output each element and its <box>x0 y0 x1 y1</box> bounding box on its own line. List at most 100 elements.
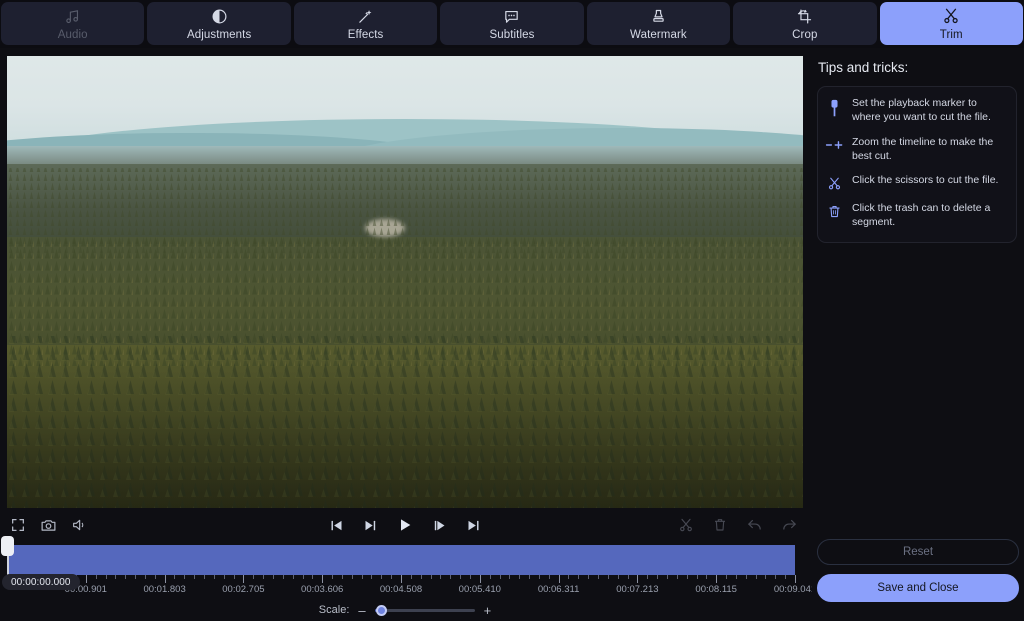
skip-to-end-button[interactable] <box>466 518 481 533</box>
ruler-minor-tick <box>460 575 462 579</box>
redo-button[interactable] <box>781 517 798 534</box>
next-frame-button[interactable] <box>432 518 447 533</box>
ruler-minor-tick <box>686 575 688 579</box>
tab-trim-label: Trim <box>939 28 963 41</box>
ruler-minor-tick <box>726 575 728 579</box>
ruler-minor-tick <box>529 575 531 579</box>
ruler-minor-tick <box>676 575 678 579</box>
video-preview[interactable] <box>7 56 803 508</box>
stamp-icon <box>650 7 667 26</box>
ruler-minor-tick <box>204 575 205 579</box>
ruler-time-label: 00:05.410 <box>458 584 501 595</box>
ruler-minor-tick <box>125 575 127 579</box>
crop-rotate-icon <box>796 7 813 26</box>
playback-marker-icon <box>824 97 844 118</box>
tip-item: Click the trash can to delete a segment. <box>824 202 1008 230</box>
scale-zoom-out-button[interactable]: – <box>358 604 365 617</box>
ruler-minor-tick <box>332 575 334 579</box>
ruler-minor-tick <box>657 575 659 579</box>
tip-text: Zoom the timeline to make the best cut. <box>852 135 994 162</box>
editor-tab-bar: Audio Adjustments Effects Subtitles Wate… <box>0 0 1024 48</box>
ruler-time-label: 00:02.705 <box>222 584 265 595</box>
tip-item: Set the playback marker to where you wan… <box>824 97 1008 125</box>
timeline-clip[interactable] <box>7 545 795 575</box>
tips-card: Set the playback marker to where you wan… <box>817 86 1017 244</box>
ruler-minor-tick <box>588 575 590 579</box>
ruler-minor-tick <box>420 575 422 579</box>
tab-audio[interactable]: Audio <box>1 2 145 45</box>
ruler-minor-tick <box>263 575 265 579</box>
ruler-minor-tick <box>785 575 787 579</box>
ruler-minor-tick <box>706 575 708 579</box>
ruler-minor-tick <box>223 575 225 579</box>
tab-watermark-label: Watermark <box>630 28 687 41</box>
tab-subtitles[interactable]: Subtitles <box>440 2 584 45</box>
tips-panel-title: Tips and tricks: <box>818 60 909 75</box>
zoom-minus-plus-icon <box>824 136 844 152</box>
ruler-minor-tick <box>144 575 146 579</box>
timeline-tick-labels: 00:00.901 00:01.803 00:02.705 00:03.606 00:0… <box>0 584 816 598</box>
ruler-minor-tick <box>391 575 393 579</box>
ruler-time-label: 00:09.041 <box>773 584 817 595</box>
timeline-ruler <box>7 575 796 583</box>
playhead-handle[interactable] <box>1 536 14 556</box>
ruler-minor-tick <box>410 575 412 579</box>
tab-adjustments[interactable]: Adjustments <box>147 2 291 45</box>
scissors-cut-button[interactable] <box>678 517 694 533</box>
trash-can-icon <box>824 202 844 219</box>
ruler-minor-tick <box>115 575 117 579</box>
scale-slider[interactable] <box>374 604 475 616</box>
magic-wand-icon <box>357 7 374 26</box>
save-and-close-button[interactable]: Save and Close <box>817 574 1019 602</box>
scale-slider-handle[interactable] <box>375 604 387 616</box>
tab-effects[interactable]: Effects <box>293 2 438 45</box>
ruler-minor-tick <box>174 575 176 579</box>
video-editor-window: Audio Adjustments Effects Subtitles Wate… <box>0 0 1024 621</box>
ruler-minor-tick <box>499 575 501 579</box>
ruler-minor-tick <box>489 575 491 579</box>
reset-button[interactable]: Reset <box>817 539 1019 565</box>
ruler-time-label: 00:07.213 <box>616 584 659 595</box>
ruler-minor-tick <box>696 575 698 579</box>
tip-text: Click the trash can to delete a segment. <box>852 202 991 229</box>
scale-label: Scale: <box>318 604 350 616</box>
ruler-major-tick <box>637 575 639 583</box>
preview-tree-texture <box>7 168 803 508</box>
scale-zoom-in-button[interactable]: + <box>484 604 492 617</box>
ruler-minor-tick <box>666 575 668 579</box>
timeline-scale-control: Scale: – + <box>0 600 810 620</box>
tip-item: Click the scissors to cut the file. <box>824 174 1008 191</box>
scissors-icon <box>824 174 844 191</box>
ruler-minor-tick <box>568 575 570 579</box>
ruler-minor-tick <box>548 575 550 579</box>
current-timecode: 00:00:00.000 <box>2 574 80 590</box>
tab-watermark[interactable]: Watermark <box>586 2 731 45</box>
play-button[interactable] <box>397 517 413 533</box>
speech-bubble-icon <box>503 7 520 26</box>
ruler-time-label: 00:04.508 <box>379 584 423 595</box>
ruler-minor-tick <box>538 575 540 579</box>
tab-effects-label: Effects <box>347 28 384 41</box>
ruler-minor-tick <box>213 575 215 579</box>
ruler-minor-tick <box>765 575 767 579</box>
ruler-time-label: 00:06.311 <box>537 584 580 595</box>
previous-frame-button[interactable] <box>363 518 378 533</box>
undo-button[interactable] <box>746 517 763 534</box>
ruler-minor-tick <box>135 575 137 579</box>
ruler-minor-tick <box>253 575 255 579</box>
panel-action-buttons: Reset Save and Close <box>817 539 1019 602</box>
tab-trim[interactable]: Trim <box>879 2 1023 45</box>
tab-crop[interactable]: Crop <box>733 2 877 45</box>
skip-to-start-button[interactable] <box>329 518 344 533</box>
ruler-major-tick <box>322 575 324 583</box>
tab-audio-label: Audio <box>57 28 88 41</box>
player-edit-tools <box>678 517 798 534</box>
ruler-minor-tick <box>341 575 343 579</box>
ruler-minor-tick <box>292 575 294 579</box>
ruler-major-tick <box>716 575 718 583</box>
music-note-icon <box>64 7 81 26</box>
trash-delete-button[interactable] <box>712 517 728 533</box>
timeline[interactable]: 00:00.901 00:01.803 00:02.705 00:03.606 00:0… <box>0 536 816 598</box>
ruler-major-tick <box>164 575 166 583</box>
ruler-major-tick <box>795 575 796 583</box>
